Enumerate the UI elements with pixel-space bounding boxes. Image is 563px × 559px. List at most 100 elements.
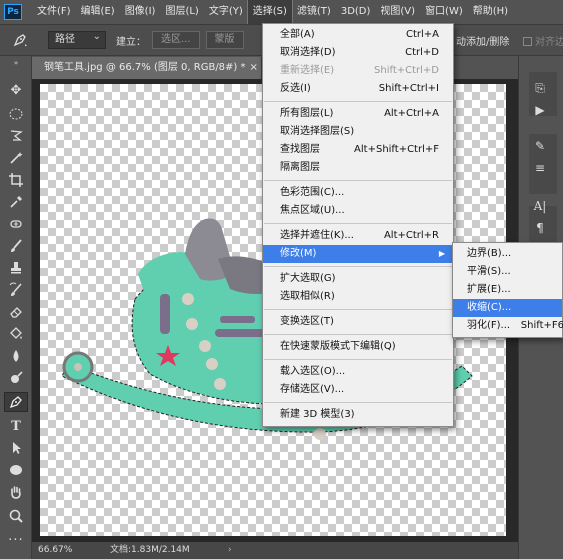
brush-settings-icon[interactable]: ✎ bbox=[528, 136, 552, 156]
document-title: 钢笔工具.jpg @ 66.7% (图层 0, RGB/8#) * bbox=[44, 62, 246, 73]
eyedropper-tool-icon[interactable] bbox=[4, 192, 28, 212]
menu-item[interactable]: 文件(F) bbox=[32, 0, 76, 24]
menu-option-label: 重新选择(E) bbox=[280, 65, 335, 76]
menu-option[interactable]: 反选(I) Shift+Ctrl+I bbox=[263, 80, 453, 98]
menu-option[interactable]: 选取相似(R) bbox=[263, 288, 453, 306]
paint-bucket-tool-icon[interactable] bbox=[4, 324, 28, 344]
menu-option[interactable]: 全部(A) Ctrl+A bbox=[263, 26, 453, 44]
crop-tool-icon[interactable] bbox=[4, 170, 28, 190]
menu-option[interactable]: 修改(M) ▶ bbox=[263, 245, 453, 263]
menu-separator bbox=[264, 359, 452, 360]
menu-option-label: 焦点区域(U)... bbox=[280, 205, 345, 216]
zoom-tool-icon[interactable] bbox=[4, 506, 28, 526]
menu-option[interactable]: 新建 3D 模型(3) bbox=[263, 406, 453, 424]
menu-option-label: 选择并遮住(K)... bbox=[280, 230, 354, 241]
healing-brush-tool-icon[interactable] bbox=[4, 214, 28, 234]
path-selection-tool-icon[interactable] bbox=[4, 438, 28, 458]
menu-separator bbox=[264, 402, 452, 403]
submenu-option[interactable]: 收缩(C)... bbox=[453, 299, 562, 317]
menu-option-label: 载入选区(O)... bbox=[280, 366, 346, 377]
menu-shortcut: Shift+Ctrl+D bbox=[374, 65, 439, 76]
menu-option[interactable]: 取消选择(D) Ctrl+D bbox=[263, 44, 453, 62]
magic-wand-tool-icon[interactable] bbox=[4, 148, 28, 168]
paragraph-panel-icon[interactable]: ¶ bbox=[528, 218, 552, 238]
menu-item[interactable]: 滤镜(T) bbox=[292, 0, 336, 24]
menu-option-label: 查找图层 bbox=[280, 144, 320, 155]
menu-option[interactable]: 扩大选取(G) bbox=[263, 270, 453, 288]
dodge-tool-icon[interactable] bbox=[4, 368, 28, 388]
menu-option[interactable]: 隔离图层 bbox=[263, 159, 453, 177]
blur-tool-icon[interactable] bbox=[4, 346, 28, 366]
selection-button[interactable]: 选区... bbox=[152, 31, 200, 49]
menu-option-label: 扩大选取(G) bbox=[280, 273, 336, 284]
marquee-tool-icon[interactable] bbox=[4, 104, 28, 124]
eraser-tool-icon[interactable] bbox=[4, 302, 28, 322]
menu-shortcut: Shift+F6 bbox=[520, 320, 563, 331]
zoom-level[interactable]: 66.67% bbox=[38, 542, 72, 559]
menu-option[interactable]: 色彩范围(C)... bbox=[263, 184, 453, 202]
menu-option[interactable]: 在快速蒙版模式下编辑(Q) bbox=[263, 338, 453, 356]
character-panel-icon[interactable]: A| bbox=[528, 196, 552, 216]
menu-item[interactable]: 帮助(H) bbox=[468, 0, 513, 24]
brush-tool-icon[interactable] bbox=[4, 236, 28, 256]
menu-option[interactable]: 取消选择图层(S) bbox=[263, 123, 453, 141]
clone-stamp-tool-icon[interactable] bbox=[4, 258, 28, 278]
move-tool-icon[interactable]: ✥ bbox=[4, 80, 28, 100]
menu-option-label: 取消选择(D) bbox=[280, 47, 336, 58]
menu-option[interactable]: 变换选区(T) bbox=[263, 313, 453, 331]
menu-separator bbox=[264, 334, 452, 335]
panel-collapse-icon[interactable]: » bbox=[4, 59, 28, 67]
align-edges-checkbox[interactable] bbox=[523, 37, 532, 46]
submenu-option-label: 羽化(F)... bbox=[467, 320, 511, 331]
menu-separator bbox=[264, 266, 452, 267]
menu-option[interactable]: 存储选区(V)... bbox=[263, 381, 453, 399]
menu-item[interactable]: 视图(V) bbox=[375, 0, 420, 24]
close-icon[interactable]: × bbox=[250, 62, 258, 73]
history-brush-tool-icon[interactable] bbox=[4, 280, 28, 300]
lasso-tool-icon[interactable] bbox=[4, 126, 28, 146]
menu-separator bbox=[264, 309, 452, 310]
menu-option[interactable]: 所有图层(L) Alt+Ctrl+A bbox=[263, 105, 453, 123]
menu-item[interactable]: 文字(Y) bbox=[204, 0, 248, 24]
document-size-info: 文档:1.83M/2.14M bbox=[110, 545, 190, 555]
menu-option[interactable]: 选择并遮住(K)... Alt+Ctrl+R bbox=[263, 227, 453, 245]
menu-option-label: 全部(A) bbox=[280, 29, 315, 40]
menu-item[interactable]: 3D(D) bbox=[336, 0, 376, 24]
auto-add-delete-option[interactable]: 动添加/删除 bbox=[456, 33, 509, 48]
menu-option[interactable]: 重新选择(E) Shift+Ctrl+D bbox=[263, 62, 453, 80]
menu-item[interactable]: 编辑(E) bbox=[76, 0, 120, 24]
submenu-option-label: 收缩(C)... bbox=[467, 302, 512, 313]
menu-option[interactable]: 查找图层 Alt+Shift+Ctrl+F bbox=[263, 141, 453, 159]
pen-icon[interactable] bbox=[0, 28, 40, 52]
align-edges-label: 对齐边 bbox=[535, 37, 563, 48]
submenu-option[interactable]: 平滑(S)... bbox=[453, 263, 562, 281]
menu-bar: Ps 文件(F) 编辑(E) 图像(I) 图层(L) 文字(Y) 选择(S) 滤镜(T) 3D… bbox=[0, 0, 563, 25]
document-tab[interactable]: 钢笔工具.jpg @ 66.7% (图层 0, RGB/8#) * × bbox=[32, 57, 262, 79]
menu-shortcut: Ctrl+D bbox=[405, 47, 439, 58]
submenu-option[interactable]: 扩展(E)... bbox=[453, 281, 562, 299]
menu-item[interactable]: 图像(I) bbox=[120, 0, 161, 24]
menu-shortcut: Ctrl+A bbox=[405, 29, 439, 40]
adjustments-icon[interactable]: ≡ bbox=[528, 158, 552, 178]
menu-separator bbox=[264, 101, 452, 102]
submenu-option[interactable]: 边界(B)... bbox=[453, 245, 562, 263]
menu-item[interactable]: 图层(L) bbox=[160, 0, 203, 24]
mask-button[interactable]: 蒙版 bbox=[205, 31, 244, 49]
menu-option-label: 取消选择图层(S) bbox=[280, 126, 355, 137]
type-tool-icon[interactable]: T bbox=[4, 416, 28, 436]
tool-mode-select[interactable]: 路径 bbox=[48, 29, 106, 49]
menu-option[interactable]: 焦点区域(U)... bbox=[263, 202, 453, 220]
menu-item[interactable]: 选择(S) bbox=[246, 0, 293, 25]
menu-item[interactable]: 窗口(W) bbox=[420, 0, 468, 24]
more-tools-icon[interactable]: ··· bbox=[4, 530, 28, 550]
history-panel-icon[interactable]: ⎘ bbox=[528, 78, 552, 98]
select-menu-dropdown: 全部(A) Ctrl+A 取消选择(D) Ctrl+D 重新选择(E) Shift+Ctr… bbox=[262, 23, 454, 427]
menu-option[interactable]: 载入选区(O)... bbox=[263, 363, 453, 381]
hand-tool-icon[interactable] bbox=[4, 482, 28, 502]
align-edges-option[interactable]: 对齐边 bbox=[523, 33, 563, 48]
status-arrow-icon[interactable]: › bbox=[228, 542, 232, 559]
ellipse-tool-icon[interactable] bbox=[4, 460, 28, 480]
submenu-option[interactable]: 羽化(F)... Shift+F6 bbox=[453, 317, 563, 335]
play-actions-icon[interactable]: ▶ bbox=[528, 100, 552, 120]
pen-tool-icon[interactable] bbox=[4, 392, 28, 412]
